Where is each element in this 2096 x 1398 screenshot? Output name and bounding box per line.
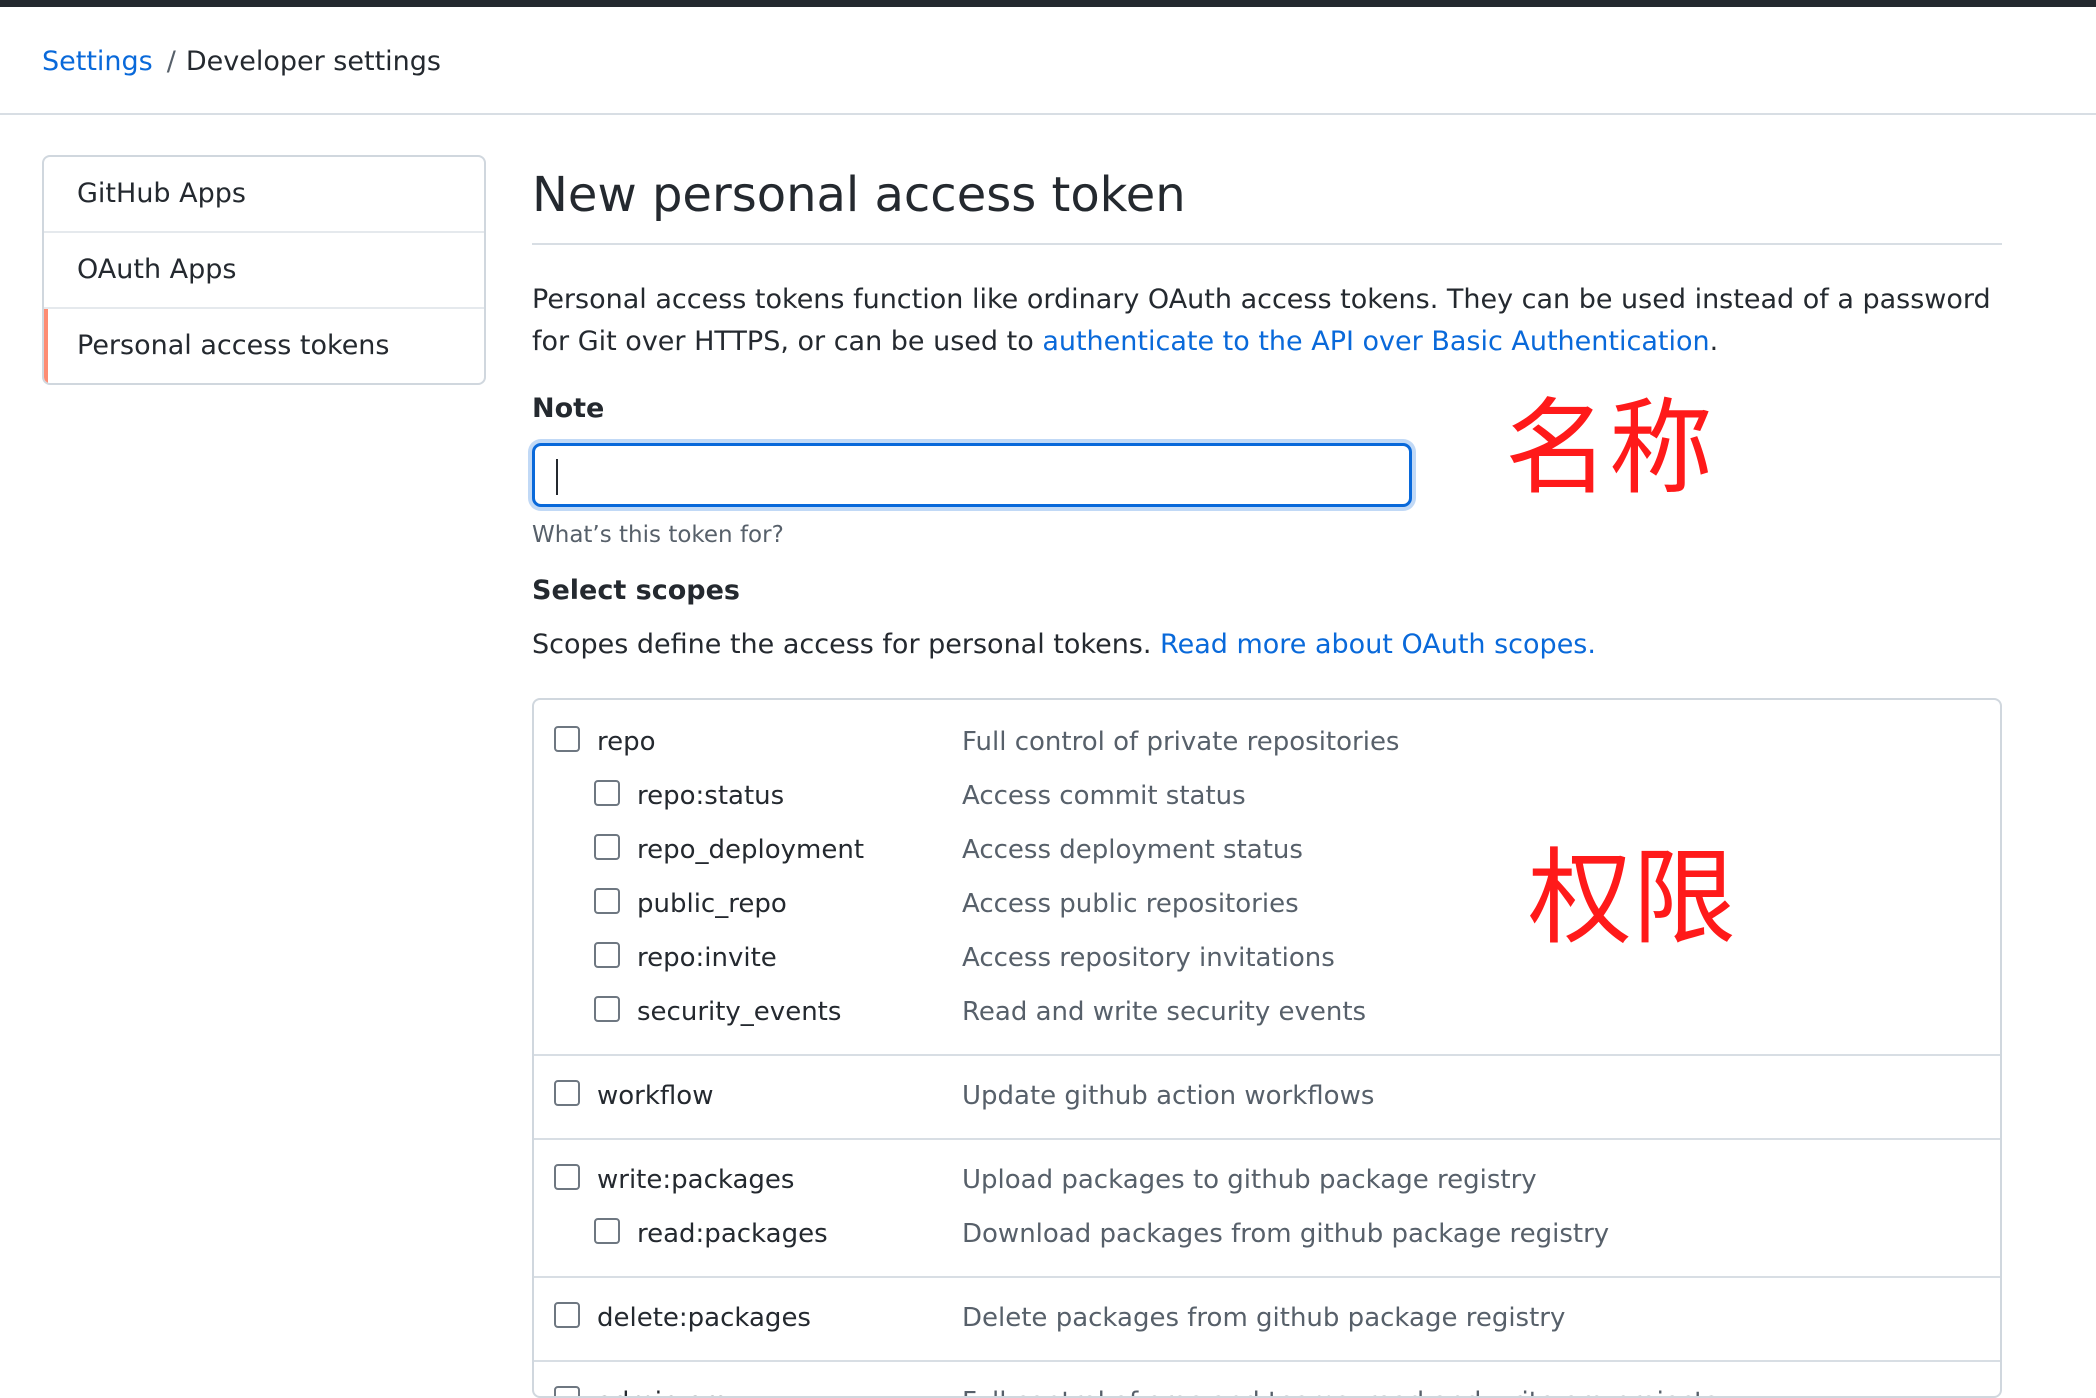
sidebar-item-github-apps[interactable]: GitHub Apps <box>44 157 484 231</box>
scope-name: repo:status <box>637 781 785 811</box>
scope-description: Upload packages to github package regist… <box>962 1165 1537 1195</box>
scope-description: Access repository invitations <box>962 943 1335 973</box>
repo-checkbox[interactable] <box>554 726 580 752</box>
note-label: Note <box>532 393 605 424</box>
scope-name: repo <box>597 727 656 757</box>
scope-row-read-packages: read:packages Download packages from git… <box>534 1208 2000 1262</box>
scope-row-delete-packages: delete:packages Delete packages from git… <box>534 1292 2000 1346</box>
intro-end: . <box>1709 326 1719 357</box>
breadcrumb: Settings / Developer settings <box>42 42 441 82</box>
annotation-permissions: 权限 <box>1528 837 1737 959</box>
scope-description: Full control of private repositories <box>962 727 1400 757</box>
scope-row-security-events: security_events Read and write security … <box>534 986 2000 1040</box>
basic-auth-link[interactable]: authenticate to the API over Basic Authe… <box>1042 326 1709 357</box>
repo-status-checkbox[interactable] <box>594 780 620 806</box>
scope-group-workflow: workflow Update github action workflows <box>534 1054 2000 1138</box>
sidebar-item-oauth-apps[interactable]: OAuth Apps <box>44 231 484 307</box>
oauth-scopes-link[interactable]: Read more about OAuth scopes. <box>1160 629 1596 660</box>
scope-description: Delete packages from github package regi… <box>962 1303 1566 1333</box>
scope-description: Read and write security events <box>962 997 1367 1027</box>
breadcrumb-settings-link[interactable]: Settings <box>42 46 153 77</box>
note-input-wrapper <box>532 429 1412 507</box>
text-caret <box>556 459 558 495</box>
scope-description: Download packages from github package re… <box>962 1219 1610 1249</box>
scope-name: read:packages <box>637 1219 828 1249</box>
scopes-description: Scopes define the access for personal to… <box>532 625 2002 665</box>
scope-name: workflow <box>597 1081 714 1111</box>
repo-deployment-checkbox[interactable] <box>594 834 620 860</box>
repo-invite-checkbox[interactable] <box>594 942 620 968</box>
delete-packages-checkbox[interactable] <box>554 1302 580 1328</box>
scope-name: admin:org <box>597 1382 730 1396</box>
scope-row-repo-invite: repo:invite Access repository invitation… <box>534 932 2000 986</box>
write-packages-checkbox[interactable] <box>554 1164 580 1190</box>
scope-row-repo-status: repo:status Access commit status <box>534 770 2000 824</box>
intro-paragraph: Personal access tokens function like ord… <box>532 279 2002 363</box>
scope-name: delete:packages <box>597 1303 811 1333</box>
scope-row-public-repo: public_repo Access public repositories <box>534 878 2000 932</box>
admin-org-checkbox[interactable] <box>554 1386 580 1396</box>
sidebar-nav: GitHub Apps OAuth Apps Personal access t… <box>42 155 486 385</box>
scope-group-packages: write:packages Upload packages to github… <box>534 1138 2000 1276</box>
sidebar-item-personal-access-tokens[interactable]: Personal access tokens <box>44 307 484 383</box>
scope-group-delete-packages: delete:packages Delete packages from git… <box>534 1276 2000 1360</box>
scope-group-admin-org: admin:org Full control of orgs and teams… <box>534 1360 2000 1396</box>
scopes-label: Select scopes <box>532 575 740 606</box>
scope-description: Access public repositories <box>962 889 1299 919</box>
breadcrumb-separator: / <box>166 46 176 77</box>
scope-description: Update github action workflows <box>962 1081 1375 1111</box>
public-repo-checkbox[interactable] <box>594 888 620 914</box>
scope-name: repo:invite <box>637 943 777 973</box>
annotation-name: 名称 <box>1505 387 1714 509</box>
read-packages-checkbox[interactable] <box>594 1218 620 1244</box>
top-bar <box>0 0 2096 7</box>
breadcrumb-current: Developer settings <box>185 46 441 77</box>
scopes-list: repo Full control of private repositorie… <box>532 698 2002 1398</box>
page-title: New personal access token <box>532 167 1186 223</box>
scope-row-write-packages: write:packages Upload packages to github… <box>534 1154 2000 1208</box>
header-divider <box>0 113 2096 115</box>
scopes-desc-text: Scopes define the access for personal to… <box>532 629 1161 660</box>
main-content: New personal access token Personal acces… <box>532 155 2002 665</box>
scope-name: write:packages <box>597 1165 795 1195</box>
scope-row-repo-deployment: repo_deployment Access deployment status <box>534 824 2000 878</box>
note-hint: What’s this token for? <box>532 522 784 548</box>
scope-description: Access deployment status <box>962 835 1303 865</box>
scope-row-repo: repo Full control of private repositorie… <box>534 716 2000 770</box>
note-input[interactable] <box>532 443 1412 507</box>
workflow-checkbox[interactable] <box>554 1080 580 1106</box>
scope-group-repo: repo Full control of private repositorie… <box>534 700 2000 1054</box>
title-divider <box>532 243 2002 245</box>
scope-row-admin-org: admin:org Full control of orgs and teams… <box>534 1376 2000 1396</box>
scope-description: Full control of orgs and teams, read and… <box>962 1382 1718 1396</box>
scope-name: repo_deployment <box>637 835 865 865</box>
scope-name: public_repo <box>637 889 787 919</box>
scope-row-workflow: workflow Update github action workflows <box>534 1070 2000 1124</box>
scope-name: security_events <box>637 997 842 1027</box>
security-events-checkbox[interactable] <box>594 996 620 1022</box>
scope-description: Access commit status <box>962 781 1246 811</box>
